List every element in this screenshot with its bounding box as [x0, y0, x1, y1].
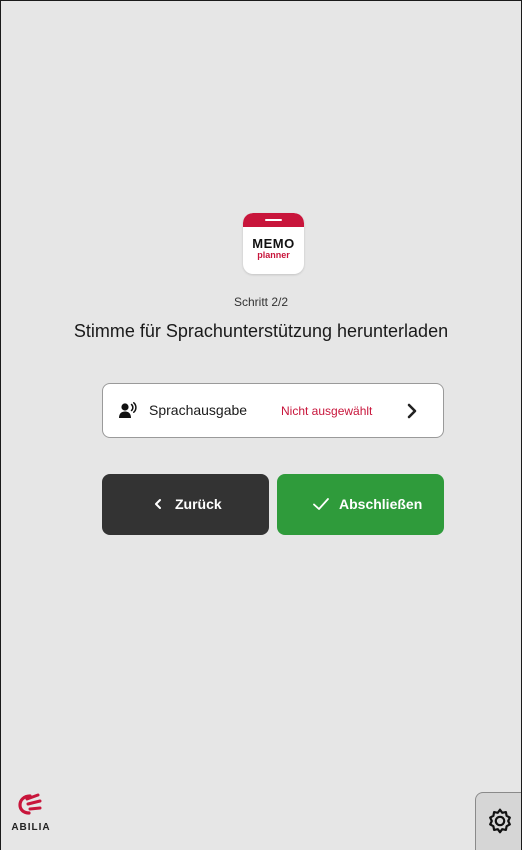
abilia-logo: ABILIA	[9, 793, 53, 843]
finish-button-label: Abschließen	[339, 496, 423, 512]
checkmark-icon	[313, 498, 329, 510]
page-title: Stimme für Sprachunterstützung herunterl…	[73, 321, 449, 341]
logo-planner-text: planner	[257, 250, 290, 260]
back-button[interactable]: Zurück	[102, 474, 269, 535]
back-button-label: Zurück	[175, 496, 222, 512]
abilia-mark-icon	[18, 793, 42, 815]
logo-band	[243, 213, 304, 227]
abilia-wordmark: ABILIA	[11, 822, 51, 833]
logo-memo-text: MEMO	[252, 236, 295, 251]
voice-output-label: Sprachausgabe	[149, 402, 248, 418]
memo-planner-logo: MEMO planner	[243, 213, 304, 274]
speaking-person-icon	[119, 402, 137, 418]
settings-button[interactable]	[475, 792, 521, 850]
setup-screen: MEMO planner Schritt 2/2 Stimme für Spra…	[0, 0, 522, 850]
chevron-left-icon	[155, 499, 161, 509]
voice-output-setting[interactable]: Sprachausgabe Nicht ausgewählt	[102, 383, 444, 438]
step-indicator: Schritt 2/2	[233, 295, 289, 309]
chevron-right-icon	[407, 403, 417, 419]
finish-button[interactable]: Abschließen	[277, 474, 444, 535]
gear-icon	[489, 808, 511, 834]
voice-output-value: Nicht ausgewählt	[281, 404, 373, 418]
